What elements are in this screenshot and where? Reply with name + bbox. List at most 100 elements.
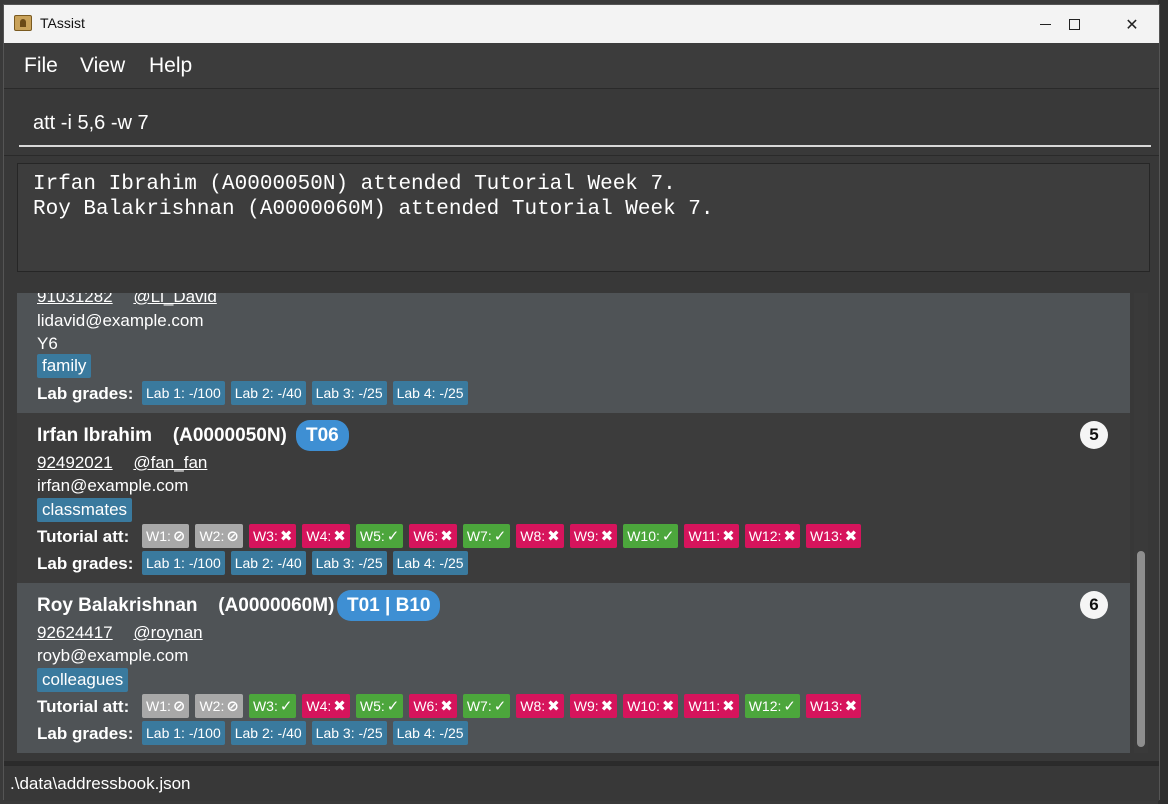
lab-grades: Lab 1: -/100 Lab 2: -/40 Lab 3: -/25 Lab…	[142, 721, 468, 745]
attendance-chip: W3: ✓	[248, 694, 297, 718]
cross-icon: ✖	[783, 527, 796, 545]
attendance-chip: W13: ✖	[805, 524, 862, 548]
person-matric: (A0000060M)	[218, 595, 335, 616]
group-badge: T01 | B10	[337, 590, 441, 621]
attendance-chip: W4: ✖	[302, 694, 350, 718]
attendance-week-label: W9:	[573, 698, 599, 714]
person-year: Y6	[37, 334, 58, 353]
cross-icon: ✖	[440, 697, 453, 715]
person-list[interactable]: 91031282 @Li_David lidavid@example.com Y…	[17, 293, 1130, 753]
command-box	[4, 89, 1159, 155]
attendance-week-label: W6:	[413, 698, 439, 714]
window-title: TAssist	[40, 15, 85, 31]
person-phone[interactable]: 92624417	[37, 623, 113, 642]
cross-icon: ✖	[547, 527, 560, 545]
attendance-week-label: W2:	[199, 528, 225, 544]
attendance-week-label: W11:	[688, 698, 721, 714]
person-card[interactable]: 91031282 @Li_David lidavid@example.com Y…	[17, 293, 1130, 413]
person-card[interactable]: Irfan Ibrahim (A0000050N) T06 5 92492021…	[17, 413, 1130, 583]
attendance-week-label: W4:	[306, 698, 332, 714]
lab-grades-label: Lab grades:	[37, 384, 134, 403]
attendance-chip: W9: ✖	[569, 524, 618, 548]
person-telegram[interactable]: @Li_David	[133, 293, 216, 306]
menu-view[interactable]: View	[80, 54, 125, 78]
app-window: TAssist ✕ File View Help Irfan Ibrahim (…	[3, 4, 1161, 801]
attendance-week-label: W13:	[809, 528, 843, 544]
person-matric: (A0000050N)	[172, 425, 287, 446]
attendance-chip: W13: ✖	[805, 694, 862, 718]
result-display-area: Irfan Ibrahim (A0000050N) attended Tutor…	[4, 155, 1159, 279]
person-name: Roy Balakrishnan	[37, 595, 198, 616]
attendance-chip: W5: ✓	[355, 524, 404, 548]
person-name: Irfan Ibrahim	[37, 425, 153, 446]
attendance-chip: W7: ✓	[462, 524, 511, 548]
lab-grade-chip: Lab 3: -/25	[311, 551, 387, 575]
cross-icon: ✖	[333, 527, 346, 545]
person-index: 5	[1080, 421, 1108, 449]
person-telegram[interactable]: @roynan	[133, 623, 202, 642]
attendance-week-label: W3:	[252, 698, 278, 714]
maximize-button[interactable]	[1045, 5, 1103, 43]
attendance-week-label: W11:	[688, 528, 721, 544]
person-list-panel: 91031282 @Li_David lidavid@example.com Y…	[4, 279, 1159, 761]
attendance-week-label: W10:	[627, 698, 660, 714]
list-scrollbar[interactable]	[1134, 293, 1148, 753]
cross-icon: ✖	[722, 527, 735, 545]
attendance-chip: W6: ✖	[409, 694, 457, 718]
maximize-icon	[1068, 18, 1080, 30]
command-input[interactable]	[19, 101, 1151, 147]
menu-help[interactable]: Help	[149, 54, 192, 78]
person-email: irfan@example.com	[37, 476, 189, 495]
menu-file[interactable]: File	[24, 54, 58, 78]
attendance-week-label: W4:	[306, 528, 332, 544]
attendance-week-label: W8:	[520, 528, 546, 544]
attendance-week-label: W3:	[252, 528, 278, 544]
attendance-chip: W9: ✖	[569, 694, 618, 718]
close-button[interactable]: ✕	[1103, 5, 1161, 43]
attendance-chip: W6: ✖	[409, 524, 457, 548]
menu-bar: File View Help	[4, 43, 1159, 89]
attendance-chip: W12: ✖	[744, 524, 800, 548]
person-email: royb@example.com	[37, 646, 189, 665]
person-phone[interactable]: 92492021	[37, 453, 113, 472]
attendance-chip: W12: ✓	[744, 694, 800, 718]
group-badge: T06	[296, 420, 349, 451]
result-line: Irfan Ibrahim (A0000050N) attended Tutor…	[33, 173, 676, 196]
not-applicable-icon: ⊘	[172, 697, 186, 715]
attendance-week-label: W5:	[359, 528, 385, 544]
lab-grades: Lab 1: -/100 Lab 2: -/40 Lab 3: -/25 Lab…	[142, 381, 468, 405]
cross-icon: ✖	[661, 697, 675, 715]
attendance-week-label: W12:	[748, 698, 782, 714]
cross-icon: ✖	[722, 697, 735, 715]
lab-grade-chip: Lab 1: -/100	[142, 551, 225, 575]
attendance-chip: W11: ✖	[684, 524, 739, 548]
attendance-week-label: W7:	[466, 698, 492, 714]
status-bar: .\data\addressbook.json	[4, 765, 1159, 801]
lab-grade-chip: Lab 4: -/25	[392, 551, 468, 575]
attendance-week-label: W8:	[520, 698, 546, 714]
person-phone[interactable]: 91031282	[37, 293, 113, 306]
attendance-chip: W10: ✖	[623, 694, 679, 718]
person-card[interactable]: Roy Balakrishnan (A0000060M) T01 | B10 6…	[17, 583, 1130, 753]
cross-icon: ✖	[600, 527, 614, 545]
person-telegram[interactable]: @fan_fan	[133, 453, 207, 472]
attendance-week-label: W12:	[748, 528, 782, 544]
person-index: 6	[1080, 591, 1108, 619]
lab-grades: Lab 1: -/100 Lab 2: -/40 Lab 3: -/25 Lab…	[142, 551, 468, 575]
app-icon	[14, 15, 32, 31]
result-line: Roy Balakrishnan (A0000060M) attended Tu…	[33, 198, 714, 221]
not-applicable-icon: ⊘	[226, 527, 239, 545]
lab-grade-chip: Lab 1: -/100	[142, 381, 225, 405]
cross-icon: ✖	[844, 697, 858, 715]
attendance-week-label: W6:	[413, 528, 439, 544]
check-icon: ✓	[783, 697, 796, 715]
person-header: Irfan Ibrahim (A0000050N)	[37, 425, 287, 447]
cross-icon: ✖	[333, 697, 346, 715]
attendance-week-label: W7:	[466, 528, 492, 544]
scrollbar-thumb[interactable]	[1137, 551, 1145, 747]
not-applicable-icon: ⊘	[226, 697, 239, 715]
check-icon: ✓	[493, 527, 507, 545]
check-icon: ✓	[493, 697, 507, 715]
result-display: Irfan Ibrahim (A0000050N) attended Tutor…	[17, 163, 1150, 272]
save-location: .\data\addressbook.json	[10, 774, 191, 793]
